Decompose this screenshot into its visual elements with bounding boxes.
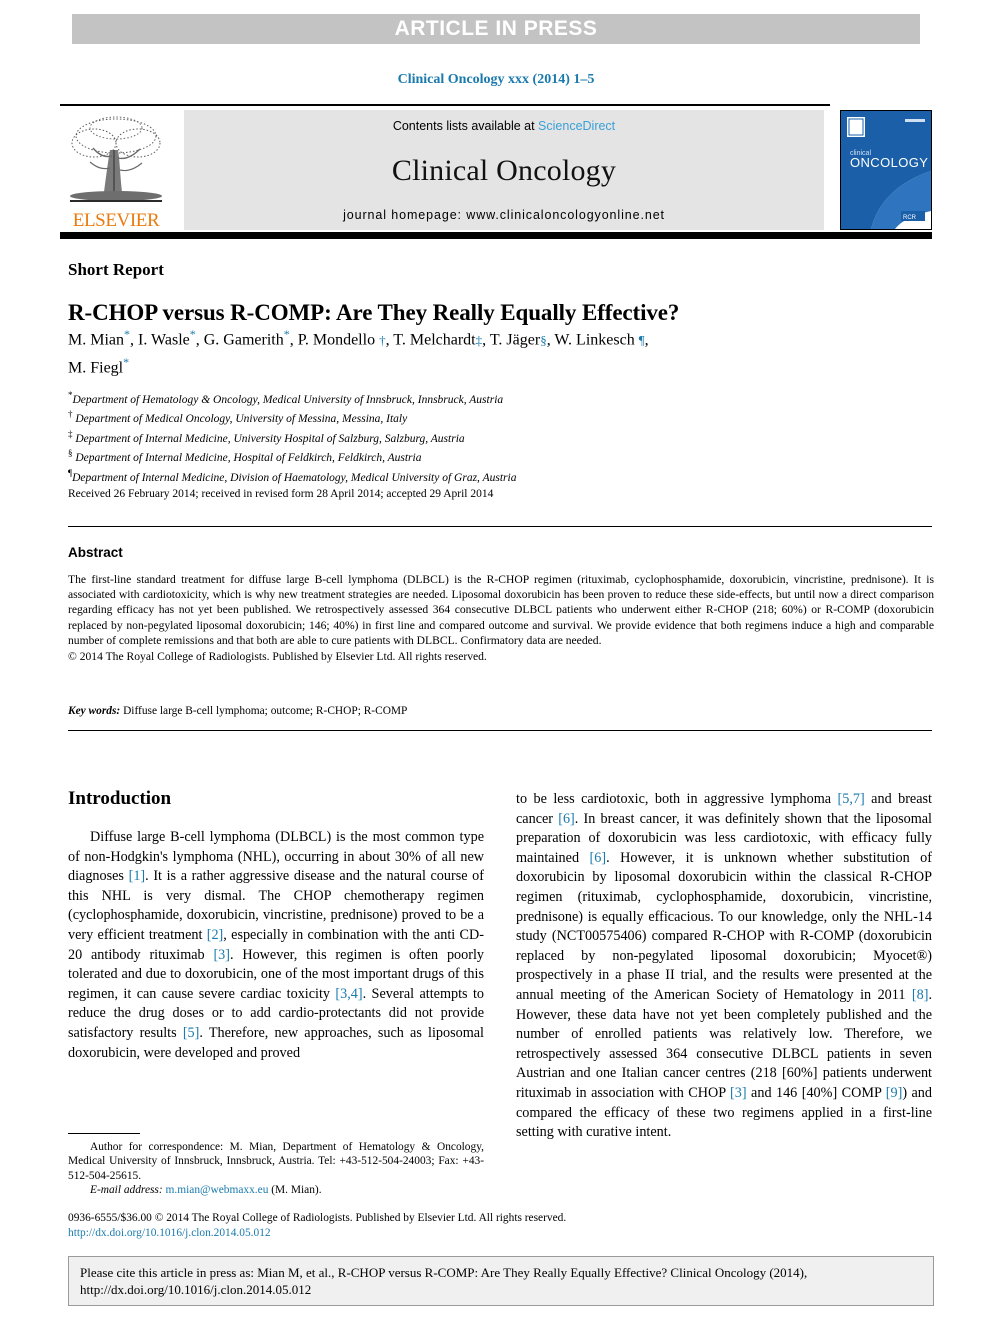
abstract-top-rule <box>68 526 932 527</box>
body-column-right: to be less cardiotoxic, both in aggressi… <box>516 790 932 1143</box>
citation-ref[interactable]: [2] <box>207 927 224 943</box>
author-name: T. Jäger <box>489 331 541 349</box>
svg-text:RCR: RCR <box>903 215 917 221</box>
masthead-center-panel: Contents lists available at ScienceDirec… <box>184 110 824 230</box>
article-in-press-banner: ARTICLE IN PRESS <box>72 14 920 44</box>
article-page: ARTICLE IN PRESS Clinical Oncology xxx (… <box>0 0 992 1323</box>
email-label: E-mail address: <box>90 1184 163 1197</box>
running-citation: Clinical Oncology xxx (2014) 1–5 <box>397 72 595 87</box>
journal-cover-thumbnail: clinical ONCOLOGY RCR <box>840 110 932 230</box>
email-suffix: (M. Mian). <box>268 1184 322 1197</box>
masthead-bottom-rule <box>60 232 932 239</box>
body-column-left: Introduction Diffuse large B-cell lympho… <box>68 788 484 1063</box>
keywords-label: Key words: <box>68 705 121 717</box>
affiliation-symbol: ‡ <box>68 428 73 439</box>
journal-homepage[interactable]: journal homepage: www.clinicaloncologyon… <box>343 208 665 222</box>
issn-copyright-line: 0936-6555/$36.00 © 2014 The Royal Colleg… <box>68 1212 567 1224</box>
elsevier-wordmark: ELSEVIER <box>72 210 160 231</box>
text-run: . However, it is unknown whether substit… <box>516 849 932 1003</box>
citation-ref[interactable]: [5,7] <box>838 791 865 807</box>
author-marker: § <box>540 332 547 348</box>
citation-ref[interactable]: [6] <box>558 811 575 827</box>
author-name: M. Fiegl <box>68 359 124 377</box>
affiliation-item: § Department of Internal Medicine, Hospi… <box>68 446 898 465</box>
abstract-heading: Abstract <box>68 545 123 560</box>
citation-ref[interactable]: [3] <box>213 947 230 963</box>
footnote-separator-rule <box>68 1133 140 1134</box>
affiliation-text: Department of Internal Medicine, Divisio… <box>72 471 517 484</box>
citation-ref[interactable]: [3] <box>730 1085 747 1101</box>
article-type-label: Short Report <box>68 260 164 279</box>
elsevier-logo: ELSEVIER <box>60 110 172 231</box>
author-marker: † <box>379 332 386 348</box>
affiliation-symbol: † <box>68 409 73 420</box>
keywords-line: Key words: Diffuse large B-cell lymphoma… <box>68 705 934 717</box>
affiliation-text: Department of Internal Medicine, Hospita… <box>75 452 422 465</box>
intro-paragraph-left: Diffuse large B-cell lymphoma (DLBCL) is… <box>68 828 484 1063</box>
journal-masthead: ELSEVIER Contents lists available at Sci… <box>60 104 932 239</box>
sciencedirect-link[interactable]: ScienceDirect <box>538 119 615 133</box>
affiliation-list: *Department of Hematology & Oncology, Me… <box>68 388 898 485</box>
masthead-top-rule <box>60 104 830 106</box>
cite-notice-text: Please cite this article in press as: Mi… <box>80 1265 808 1297</box>
author-name: M. Mian <box>68 331 124 349</box>
text-run: to be less cardiotoxic, both in aggressi… <box>516 791 838 807</box>
correspondence-text: Author for correspondence: M. Mian, Depa… <box>68 1141 484 1182</box>
author-marker: ¶ <box>638 332 645 348</box>
article-history: Received 26 February 2014; received in r… <box>68 488 494 500</box>
affiliation-item: † Department of Medical Oncology, Univer… <box>68 407 898 426</box>
correspondence-footnote: Author for correspondence: M. Mian, Depa… <box>68 1140 484 1198</box>
email-line: E-mail address: m.mian@webmaxx.eu (M. Mi… <box>68 1183 484 1197</box>
citation-ref[interactable]: [6] <box>590 850 607 866</box>
intro-paragraph-right: to be less cardiotoxic, both in aggressi… <box>516 790 932 1143</box>
author-marker: * <box>283 327 290 341</box>
author-marker: * <box>189 327 196 341</box>
author-marker: * <box>123 355 130 370</box>
abstract-copyright: © 2014 The Royal College of Radiologists… <box>68 650 487 664</box>
affiliation-item: *Department of Hematology & Oncology, Me… <box>68 388 898 407</box>
affiliation-item: ¶Department of Internal Medicine, Divisi… <box>68 466 898 485</box>
citation-ref[interactable]: [1] <box>129 868 146 884</box>
citation-ref[interactable]: [5] <box>183 1025 200 1041</box>
elsevier-tree-icon <box>70 116 162 202</box>
affiliation-text: Department of Medical Oncology, Universi… <box>75 413 408 426</box>
author-marker: ‡ <box>475 332 483 348</box>
author-name: G. Gamerith <box>203 331 284 349</box>
text-run: and 146 [40%] COMP <box>746 1084 886 1101</box>
author-name: P. Mondello <box>297 331 376 349</box>
affiliation-text: Department of Hematology & Oncology, Med… <box>72 393 504 406</box>
citation-ref[interactable]: [3,4] <box>335 986 362 1002</box>
author-name: W. Linkesch <box>554 331 635 349</box>
affiliation-symbol: § <box>68 448 73 459</box>
svg-text:ONCOLOGY: ONCOLOGY <box>850 155 928 170</box>
doi-link[interactable]: http://dx.doi.org/10.1016/j.clon.2014.05… <box>68 1226 934 1241</box>
contents-list-line: Contents lists available at ScienceDirec… <box>393 119 615 133</box>
cite-this-article-box: Please cite this article in press as: Mi… <box>68 1256 934 1306</box>
text-run: . However, these data have not yet been … <box>516 986 932 1101</box>
affiliation-text: Department of Internal Medicine, Univers… <box>75 432 465 445</box>
section-heading-introduction: Introduction <box>68 788 172 809</box>
contents-prefix: Contents lists available at <box>392 119 539 133</box>
abstract-paragraph: The first-line standard treatment for di… <box>68 573 934 647</box>
abstract-bottom-rule <box>68 730 932 731</box>
author-list: M. Mian*, I. Wasle*, G. Gamerith*, P. Mo… <box>68 327 649 377</box>
journal-title: Clinical Oncology <box>391 153 617 187</box>
citation-ref[interactable]: [9] <box>886 1085 903 1101</box>
author-marker: * <box>124 327 130 341</box>
author-name: T. Melchardt <box>393 331 476 349</box>
email-link[interactable]: m.mian@webmaxx.eu <box>166 1184 269 1196</box>
citation-ref[interactable]: [8] <box>912 987 929 1003</box>
journal-cover-art: clinical ONCOLOGY RCR <box>841 111 931 229</box>
article-in-press-label: ARTICLE IN PRESS <box>394 17 598 40</box>
author-name: I. Wasle <box>138 331 190 349</box>
footer-copyright: 0936-6555/$36.00 © 2014 The Royal Colleg… <box>68 1211 934 1240</box>
abstract-text: The first-line standard treatment for di… <box>68 572 934 664</box>
keywords-value: Diffuse large B-cell lymphoma; outcome; … <box>120 705 408 717</box>
affiliation-item: ‡ Department of Internal Medicine, Unive… <box>68 427 898 446</box>
